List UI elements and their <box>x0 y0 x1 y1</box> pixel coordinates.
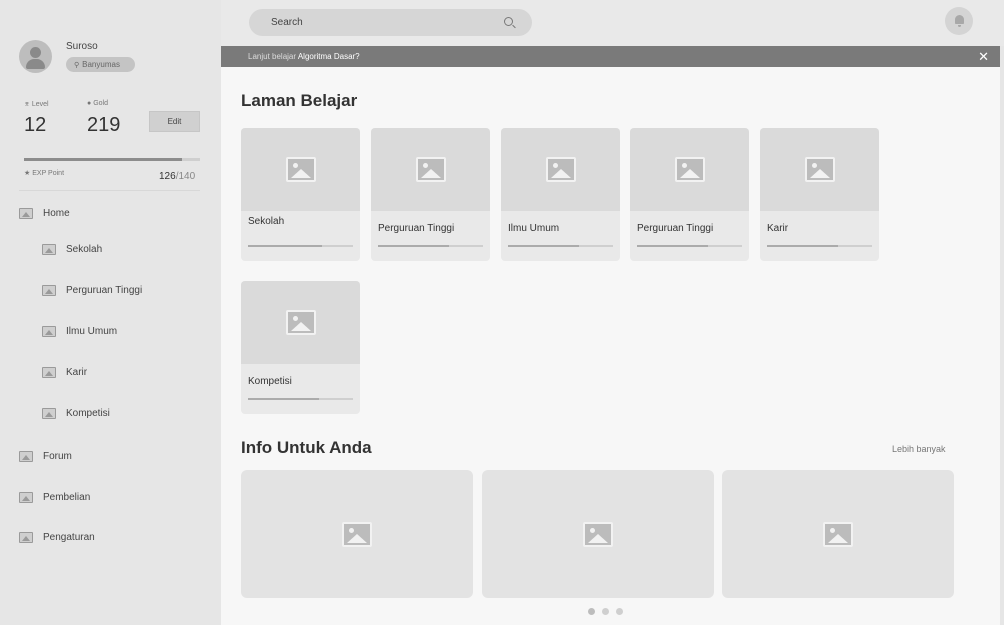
image-icon <box>823 521 853 547</box>
exp-value: 126/140 <box>159 171 196 182</box>
card-progress-fill <box>378 245 450 247</box>
image-icon <box>42 407 56 419</box>
banner-course-link[interactable]: Algoritma Dasar? <box>298 52 360 61</box>
learning-card[interactable]: Ilmu Umum <box>501 128 620 261</box>
exp-progress-fill <box>24 158 183 161</box>
image-icon <box>42 366 56 378</box>
image-icon <box>545 157 576 182</box>
sidebar-item-sekolah[interactable]: Sekolah <box>42 240 102 258</box>
notification-button[interactable] <box>945 7 973 35</box>
location-label: Banyumas <box>82 60 120 69</box>
location-badge: ⚲ Banyumas <box>66 57 135 72</box>
card-title: Karir <box>767 223 789 234</box>
level-label: ⌆ Level <box>24 101 49 108</box>
learning-card[interactable]: Karir <box>760 128 879 261</box>
card-title: Perguruan Tinggi <box>637 223 714 234</box>
card-title: Sekolah <box>248 216 285 227</box>
card-image <box>371 128 490 211</box>
edit-button[interactable]: Edit <box>149 111 200 132</box>
map-pin-icon: ⚲ <box>74 62 80 69</box>
card-image <box>501 128 620 211</box>
search-placeholder: Search <box>271 17 303 28</box>
learning-card[interactable]: Sekolah <box>241 128 360 261</box>
card-progress-bar <box>248 245 353 247</box>
card-progress-bar <box>508 245 613 247</box>
carousel-dot[interactable] <box>588 608 595 615</box>
card-progress-fill <box>767 245 839 247</box>
info-card[interactable] <box>722 470 954 598</box>
info-section-title: Info Untuk Anda <box>241 438 372 457</box>
star-icon: ★ <box>24 170 33 177</box>
image-icon <box>42 325 56 337</box>
image-icon <box>583 521 613 547</box>
learning-card[interactable]: Perguruan Tinggi <box>371 128 490 261</box>
carousel-dot[interactable] <box>616 608 623 615</box>
banner-prefix: Lanjut belajar <box>248 52 298 61</box>
bell-clapper-shape <box>958 25 961 27</box>
exp-label: ★ EXP Point <box>24 170 65 177</box>
close-icon[interactable]: ✕ <box>978 46 989 67</box>
sidebar-item-kompetisi[interactable]: Kompetisi <box>42 404 110 422</box>
card-progress-fill <box>248 245 322 247</box>
card-image <box>760 128 879 211</box>
sidebar-item-pengaturan[interactable]: Pengaturan <box>19 528 95 546</box>
card-progress-bar <box>378 245 483 247</box>
card-image <box>241 281 360 364</box>
more-link[interactable]: Lebih banyak <box>892 444 946 454</box>
sidebar-item-forum[interactable]: Forum <box>19 447 72 465</box>
card-title: Ilmu Umum <box>508 223 560 234</box>
avatar-body-shape <box>26 59 45 69</box>
card-progress-bar <box>248 398 353 400</box>
card-image <box>630 128 749 211</box>
search-input[interactable]: Search <box>249 9 532 36</box>
image-icon <box>804 157 835 182</box>
medal-icon: ⌆ <box>24 101 32 108</box>
info-card[interactable] <box>482 470 714 598</box>
bell-icon <box>955 15 964 24</box>
user-name: Suroso <box>66 41 98 52</box>
sidebar-item-home[interactable]: Home <box>19 204 70 222</box>
card-progress-bar <box>637 245 742 247</box>
gold-value: 219 <box>87 114 121 136</box>
sidebar-item-perguruan-tinggi[interactable]: Perguruan Tinggi <box>42 281 142 299</box>
gold-label: ● Gold <box>87 100 108 107</box>
sidebar-item-pembelian[interactable]: Pembelian <box>19 488 90 506</box>
level-value: 12 <box>24 114 47 136</box>
card-title: Kompetisi <box>248 376 292 387</box>
card-progress-bar <box>767 245 872 247</box>
sidebar-item-ilmu-umum[interactable]: Ilmu Umum <box>42 322 117 340</box>
continue-learning-banner[interactable]: Lanjut belajar Algoritma Dasar? ✕ <box>221 46 1001 67</box>
card-progress-fill <box>637 245 709 247</box>
image-icon <box>674 157 705 182</box>
exp-progress-bar <box>24 158 200 161</box>
card-title: Perguruan Tinggi <box>378 223 455 234</box>
image-icon <box>19 531 33 543</box>
image-icon <box>19 207 33 219</box>
image-icon <box>19 491 33 503</box>
image-icon <box>19 450 33 462</box>
card-progress-fill <box>508 245 580 247</box>
carousel-dot[interactable] <box>602 608 609 615</box>
image-icon <box>342 521 372 547</box>
learning-section-title: Laman Belajar <box>241 91 358 110</box>
card-image <box>241 128 360 211</box>
scroll-edge <box>1000 46 1004 625</box>
learning-card[interactable]: Kompetisi <box>241 281 360 414</box>
image-icon <box>285 310 316 335</box>
learning-card[interactable]: Perguruan Tinggi <box>630 128 749 261</box>
card-progress-fill <box>248 398 320 400</box>
sidebar-item-karir[interactable]: Karir <box>42 363 87 381</box>
sidebar-divider <box>19 190 200 191</box>
avatar[interactable] <box>19 40 52 73</box>
image-icon <box>285 157 316 182</box>
image-icon <box>42 243 56 255</box>
avatar-head-shape <box>30 47 41 58</box>
image-icon <box>415 157 446 182</box>
image-icon <box>42 284 56 296</box>
sidebar: Suroso ⚲ Banyumas ⌆ Level 12 ● Gold 219 E… <box>0 0 221 625</box>
info-card[interactable] <box>241 470 473 598</box>
top-bar: Search <box>221 0 1004 46</box>
search-icon[interactable] <box>504 17 513 26</box>
